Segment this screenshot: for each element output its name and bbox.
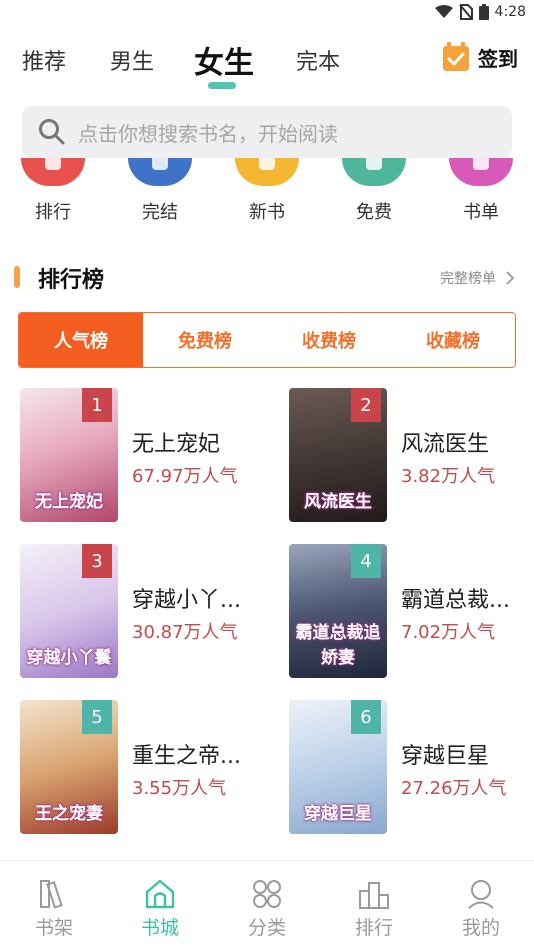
finished-icon — [128, 158, 192, 186]
book-item[interactable]: 5 王之宠妻 重生之帝... 3.55万人气 — [20, 700, 260, 834]
nav-ranking[interactable]: 排行 — [334, 877, 414, 940]
book-popularity: 3.55万人气 — [132, 778, 227, 799]
book-cover: 6 穿越巨星 — [289, 700, 387, 834]
book-title: 霸道总裁... — [401, 588, 510, 613]
section-title: 排行榜 — [38, 268, 105, 293]
user-icon — [468, 880, 494, 909]
book-title: 穿越巨星 — [401, 744, 490, 769]
book-title: 重生之帝... — [132, 744, 241, 769]
tab-recommend[interactable]: 推荐 — [22, 44, 66, 76]
free-icon — [342, 158, 406, 186]
quick-item-booklist[interactable]: 书单 — [441, 158, 521, 224]
book-item[interactable]: 3 穿越小丫鬟 穿越小丫... 30.87万人气 — [20, 544, 260, 678]
rank-badge: 1 — [82, 388, 112, 422]
bookshelf-icon — [40, 880, 63, 909]
bottom-nav: 书架 书城 分类 排行 我的 — [0, 860, 534, 951]
nav-label: 我的 — [461, 917, 500, 939]
quick-label: 新书 — [249, 202, 285, 223]
book-popularity: 30.87万人气 — [132, 622, 238, 643]
top-tabs: 推荐 男生 女生 完本 签到 — [0, 30, 534, 100]
book-cover: 4 霸道总裁追娇妻 — [289, 544, 387, 678]
status-bar: 4:28 — [0, 0, 534, 26]
book-title: 风流医生 — [401, 432, 490, 457]
status-time: 4:28 — [494, 4, 526, 20]
cover-title-art: 王之宠妻 — [35, 804, 103, 824]
nav-label: 分类 — [247, 917, 286, 939]
nav-label: 书城 — [140, 917, 179, 939]
cover-title-art: 无上宠妃 — [35, 492, 103, 512]
book-cover: 2 风流医生 — [289, 388, 387, 522]
quick-label: 完结 — [142, 202, 178, 223]
nav-profile[interactable]: 我的 — [441, 877, 521, 940]
nav-label: 书架 — [34, 917, 73, 939]
quick-item-finished[interactable]: 完结 — [120, 158, 200, 224]
no-sim-icon — [458, 4, 473, 20]
quick-item-new[interactable]: 新书 — [227, 158, 307, 224]
category-grid-icon — [253, 880, 281, 908]
tab-free[interactable]: 免费榜 — [143, 313, 267, 367]
book-popularity: 27.26万人气 — [401, 778, 507, 799]
nav-label: 排行 — [354, 917, 393, 939]
rank-badge: 2 — [351, 388, 381, 422]
wifi-icon — [434, 5, 453, 18]
calendar-check-icon — [443, 42, 469, 71]
podium-icon — [359, 882, 389, 909]
tab-paid[interactable]: 收费榜 — [267, 313, 391, 367]
cover-title-art: 风流医生 — [304, 492, 372, 512]
rank-badge: 5 — [82, 700, 112, 734]
rank-badge: 6 — [351, 700, 381, 734]
checkin-button[interactable]: 签到 — [442, 42, 518, 72]
quick-label: 排行 — [35, 202, 71, 223]
book-cover: 3 穿越小丫鬟 — [20, 544, 118, 678]
ranking-section-header: 排行榜 完整榜单 — [0, 262, 534, 293]
tab-favorites[interactable]: 收藏榜 — [391, 313, 515, 367]
cover-title-art: 穿越巨星 — [304, 804, 372, 824]
chevron-right-icon — [506, 271, 514, 285]
book-item[interactable]: 1 无上宠妃 无上宠妃 67.97万人气 — [20, 388, 260, 522]
book-item[interactable]: 4 霸道总裁追娇妻 霸道总裁... 7.02万人气 — [289, 544, 529, 678]
book-popularity: 3.82万人气 — [401, 466, 496, 487]
search-icon — [39, 119, 65, 145]
search-placeholder: 点击你想搜索书名，开始阅读 — [78, 121, 338, 146]
book-popularity: 7.02万人气 — [401, 622, 496, 643]
full-ranking-link[interactable]: 完整榜单 — [440, 268, 514, 288]
quick-item-rank[interactable]: 排行 — [13, 158, 93, 224]
new-book-icon — [235, 158, 299, 186]
nav-category[interactable]: 分类 — [227, 877, 307, 940]
section-accent-bar — [14, 266, 20, 288]
rank-icon — [21, 158, 85, 186]
quick-label: 书单 — [463, 202, 499, 223]
book-cover: 1 无上宠妃 — [20, 388, 118, 522]
quick-item-free[interactable]: 免费 — [334, 158, 414, 224]
tab-indicator — [208, 82, 236, 89]
nav-bookshelf[interactable]: 书架 — [14, 877, 94, 940]
search-input[interactable]: 点击你想搜索书名，开始阅读 — [22, 106, 512, 158]
battery-icon — [478, 4, 489, 20]
tab-female[interactable]: 女生 — [194, 38, 254, 82]
book-title: 穿越小丫... — [132, 588, 241, 613]
tab-completed[interactable]: 完本 — [296, 44, 340, 76]
book-item[interactable]: 2 风流医生 风流医生 3.82万人气 — [289, 388, 529, 522]
rank-badge: 4 — [351, 544, 381, 578]
cover-title-art: 霸道总裁追娇妻 — [295, 623, 381, 668]
cover-title-art: 穿越小丫鬟 — [26, 648, 112, 668]
rank-badge: 3 — [82, 544, 112, 578]
booklist-icon — [449, 158, 513, 186]
quick-nav: 排行 完结 新书 免费 书单 — [0, 158, 534, 228]
checkin-label: 签到 — [478, 46, 518, 71]
home-icon — [145, 879, 175, 909]
book-item[interactable]: 6 穿越巨星 穿越巨星 27.26万人气 — [289, 700, 529, 834]
tab-male[interactable]: 男生 — [110, 44, 154, 76]
tab-popular[interactable]: 人气榜 — [19, 313, 143, 367]
full-ranking-label: 完整榜单 — [440, 271, 496, 287]
ranking-tabs: 人气榜 免费榜 收费榜 收藏榜 — [18, 312, 516, 368]
status-icons: 4:28 — [434, 4, 526, 20]
book-cover: 5 王之宠妻 — [20, 700, 118, 834]
book-title: 无上宠妃 — [132, 432, 221, 457]
nav-bookstore[interactable]: 书城 — [120, 877, 200, 940]
book-popularity: 67.97万人气 — [132, 466, 238, 487]
quick-label: 免费 — [356, 202, 392, 223]
